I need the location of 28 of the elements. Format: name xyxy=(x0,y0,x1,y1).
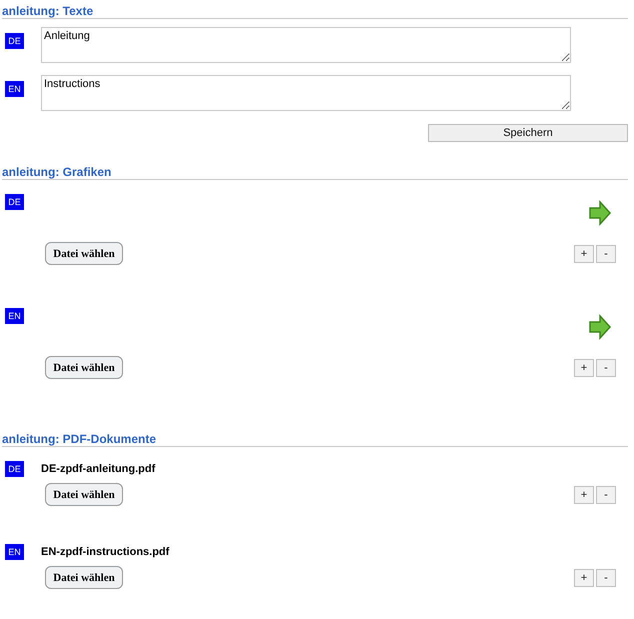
arrow-right-icon xyxy=(588,314,612,340)
remove-button[interactable]: - xyxy=(596,244,616,262)
language-badge: DE xyxy=(5,33,24,49)
add-button[interactable]: + xyxy=(574,486,594,504)
remove-button[interactable]: - xyxy=(596,486,616,504)
language-badge: EN xyxy=(5,308,24,324)
text-field[interactable]: Instructions xyxy=(41,75,571,111)
language-badge: EN xyxy=(5,544,24,560)
section-heading: anleitung: Grafiken xyxy=(2,165,628,180)
choose-file-button[interactable]: Datei wählen xyxy=(45,242,123,265)
language-badge: DE xyxy=(5,194,24,210)
section-heading: anleitung: PDF-Dokumente xyxy=(2,432,628,447)
choose-file-button[interactable]: Datei wählen xyxy=(45,483,123,506)
add-button[interactable]: + xyxy=(574,358,594,376)
file-name: EN-zpdf-instructions.pdf xyxy=(41,546,170,558)
section-heading: anleitung: Texte xyxy=(2,4,628,19)
language-badge: EN xyxy=(5,81,24,97)
remove-button[interactable]: - xyxy=(596,358,616,376)
choose-file-button[interactable]: Datei wählen xyxy=(45,566,123,589)
choose-file-button[interactable]: Datei wählen xyxy=(45,356,123,379)
text-field[interactable]: Anleitung xyxy=(41,27,571,63)
language-badge: DE xyxy=(5,461,24,477)
save-button[interactable]: Speichern xyxy=(428,124,628,142)
add-button[interactable]: + xyxy=(574,244,594,262)
file-name: DE-zpdf-anleitung.pdf xyxy=(41,463,156,475)
arrow-right-icon xyxy=(588,200,612,226)
remove-button[interactable]: - xyxy=(596,568,616,586)
add-button[interactable]: + xyxy=(574,568,594,586)
